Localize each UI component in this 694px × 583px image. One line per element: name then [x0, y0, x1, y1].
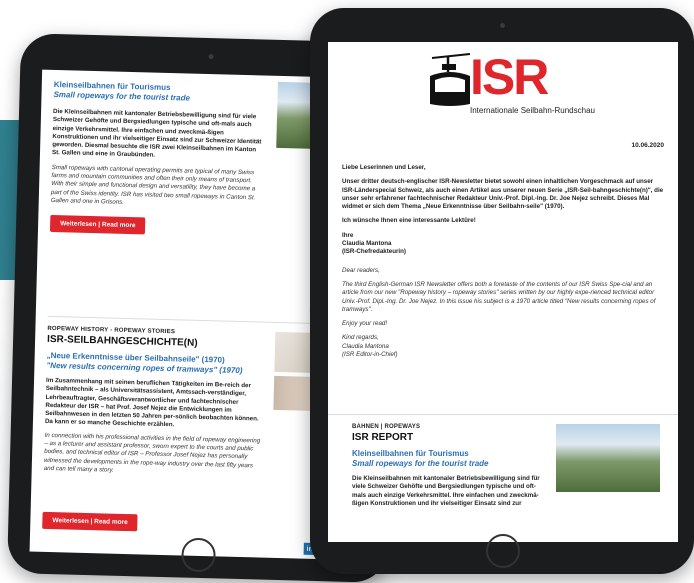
sign-line: Claudia Mantona	[342, 342, 389, 350]
editorial: Liebe Leserinnen und Leser, Unser dritte…	[342, 164, 664, 359]
divider	[328, 414, 678, 415]
logo-subtitle: Internationale Seilbahn-Rundschau	[470, 106, 595, 115]
date: 10.06.2020	[631, 142, 664, 149]
isr-logo: ISR Internationale Seilbahn-Rundschau	[424, 52, 624, 122]
report-title-en: Small ropeways for the tourist trade	[352, 459, 489, 468]
greeting-de: Liebe Leserinnen und Leser,	[342, 164, 426, 171]
article-body-de: Im Zusammenhang mit seinen beruflichen T…	[44, 376, 259, 429]
greeting-en: Dear readers,	[342, 266, 380, 274]
sign-line: (ISR-Chefredakteurin)	[342, 248, 406, 256]
report-body-de: Die Kleinseilbahnen mit kantonaler Betri…	[352, 475, 540, 507]
logo-text: ISR	[470, 49, 549, 105]
intro-de: Unser dritter deutsch-englischer ISR-New…	[342, 178, 664, 211]
home-button	[181, 537, 216, 573]
front-tablet: ISR Internationale Seilbahn-Rundschau 10…	[310, 8, 694, 574]
gondola-photo	[556, 424, 660, 492]
signature-en: Kind regards, Claudia Mantona (ISR Edito…	[342, 334, 664, 359]
section-body-en: Small ropeways with cantonal operating p…	[50, 163, 256, 206]
camera-icon	[208, 54, 214, 60]
sign-line: Claudia Mantona	[342, 240, 392, 248]
article-body-en: In connection with his professional acti…	[43, 431, 261, 474]
wish-de: Ich wünsche Ihnen eine interessante Lekt…	[342, 217, 476, 225]
front-tablet-screen: ISR Internationale Seilbahn-Rundschau 10…	[328, 42, 678, 542]
sign-line: (ISR Editor-in-Chief)	[342, 351, 398, 359]
signature-de: Ihre Claudia Mantona (ISR-Chefredakteuri…	[342, 232, 664, 257]
read-more-button-2[interactable]: Weiterlesen | Read more	[42, 511, 138, 532]
intro-en: The third English-German ISR Newsletter …	[342, 280, 656, 313]
report-title-de: Kleinseilbahnen für Tourismus	[352, 449, 469, 458]
isr-report-section: BAHNEN | ROPEWAYS ISR REPORT Kleinseilba…	[352, 424, 548, 508]
section-body-de: Die Kleinseilbahnen mit kantonaler Betri…	[51, 107, 262, 160]
gondola-logo-icon	[430, 53, 471, 106]
enjoy-en: Enjoy your read!	[342, 320, 388, 328]
read-more-button[interactable]: Weiterlesen | Read more	[49, 215, 146, 235]
home-button	[486, 534, 520, 568]
camera-icon	[500, 23, 505, 28]
section-small-ropeways: Kleinseilbahnen für Tourismus Small rope…	[49, 80, 264, 238]
sign-line: Ihre	[342, 231, 354, 239]
section-ropeway-history: ROPEWAY HISTORY - ROPEWAY STORIES ISR-SE…	[44, 326, 268, 479]
report-kicker: BAHNEN | ROPEWAYS	[352, 424, 421, 430]
report-heading: ISR REPORT	[352, 432, 414, 443]
sign-line: Kind regards,	[342, 334, 379, 342]
